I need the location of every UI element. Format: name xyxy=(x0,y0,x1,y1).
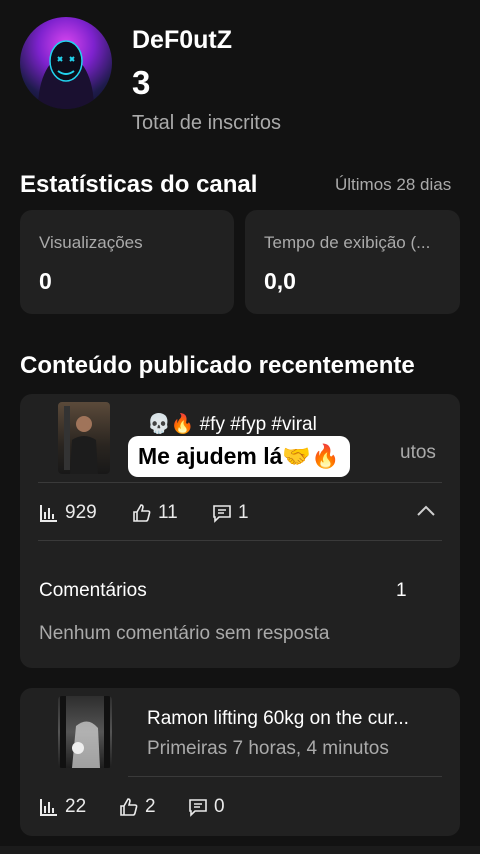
stats-title: Estatísticas do canal xyxy=(20,171,258,198)
subscriber-count: 3 xyxy=(132,64,151,101)
comments-count: 1 xyxy=(238,502,249,523)
video-title[interactable]: Ramon lifting 60kg on the cur... xyxy=(147,708,409,730)
comment-icon xyxy=(189,799,207,817)
comments-metric: 0 xyxy=(188,796,225,818)
overlay-caption: Me ajudem lá🤝🔥 xyxy=(128,436,350,477)
thumbs-up-icon xyxy=(133,504,151,522)
collapse-button[interactable] xyxy=(416,504,436,523)
subscriber-label: Total de inscritos xyxy=(132,112,281,134)
video-thumbnail[interactable] xyxy=(58,696,112,768)
video-title[interactable]: 💀🔥 #fy #fyp #viral xyxy=(147,412,317,436)
views-count: 929 xyxy=(65,502,97,523)
channel-avatar[interactable] xyxy=(20,17,112,109)
bar-chart-icon xyxy=(40,505,57,522)
thumbs-up-icon xyxy=(120,798,138,816)
bar-chart-icon xyxy=(40,799,57,816)
comments-label: Comentários xyxy=(39,580,147,601)
comments-total: 1 xyxy=(396,580,407,601)
stats-period: Últimos 28 dias xyxy=(335,175,452,194)
divider xyxy=(38,540,442,541)
chevron-up-icon xyxy=(417,505,435,516)
divider xyxy=(128,776,442,777)
stat-label: Visualizações xyxy=(39,233,143,252)
likes-count: 11 xyxy=(158,502,178,523)
person-thumbnail-icon xyxy=(64,406,98,474)
views-metric: 929 xyxy=(39,502,97,524)
video-subtitle: Primeiras 7 horas, 4 minutos xyxy=(147,738,389,759)
divider xyxy=(38,482,442,483)
comments-metric: 1 xyxy=(212,502,249,524)
video-card[interactable]: Ramon lifting 60kg on the cur... Primeir… xyxy=(20,688,460,836)
no-reply-text[interactable]: Nenhum comentário sem resposta xyxy=(39,623,329,645)
stat-card-watch-time[interactable]: Tempo de exibição (... 0,0 xyxy=(245,210,460,314)
stat-value: 0 xyxy=(39,268,52,294)
comment-icon xyxy=(213,505,231,523)
stat-label: Tempo de exibição (... xyxy=(264,233,431,252)
likes-metric: 2 xyxy=(119,796,156,818)
masked-figure-avatar-icon xyxy=(38,40,94,109)
recent-title: Conteúdo publicado recentemente xyxy=(20,352,415,379)
views-count: 22 xyxy=(65,796,87,817)
video-subtitle-partial: utos xyxy=(400,442,436,463)
bottom-navigation-bar[interactable] xyxy=(0,846,480,854)
person-thumbnail-icon xyxy=(60,696,110,768)
channel-name: DeF0utZ xyxy=(132,26,232,54)
video-thumbnail[interactable] xyxy=(58,402,110,474)
likes-count: 2 xyxy=(145,796,156,817)
video-card[interactable]: 💀🔥 #fy #fyp #viral utos Me ajudem lá🤝🔥 9… xyxy=(20,394,460,668)
stat-value: 0,0 xyxy=(264,268,296,294)
stat-card-views[interactable]: Visualizações 0 xyxy=(20,210,234,314)
likes-metric: 11 xyxy=(132,502,178,524)
comments-count: 0 xyxy=(214,796,225,817)
views-metric: 22 xyxy=(39,796,86,818)
